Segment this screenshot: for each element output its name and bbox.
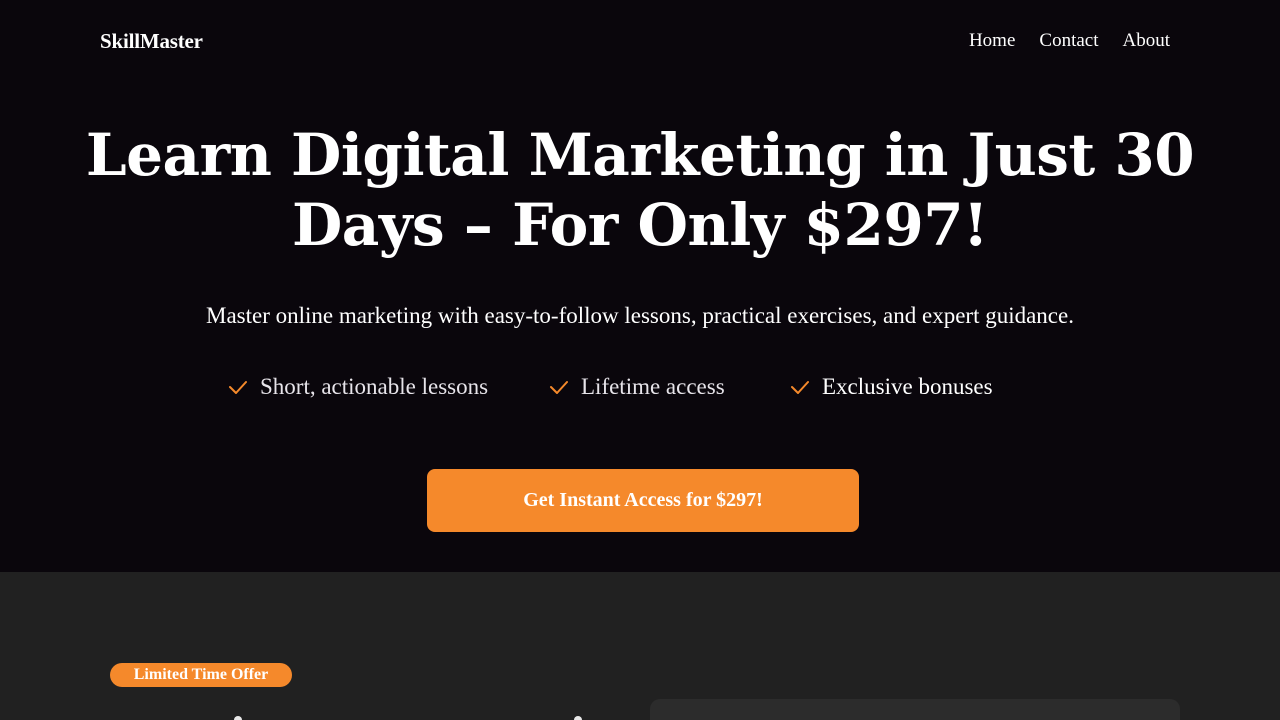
hero-section: SkillMaster Home Contact About Learn Dig… xyxy=(0,0,1280,572)
nav-link-about[interactable]: About xyxy=(1123,30,1171,52)
feature-item: Lifetime access xyxy=(549,374,725,400)
offer-heading-peek xyxy=(228,712,588,720)
hero-headline-line2: Days – For Only $297! xyxy=(291,191,989,259)
nav-link-home[interactable]: Home xyxy=(969,30,1015,52)
feature-list: Short, actionable lessons Lifetime acces… xyxy=(0,374,1280,408)
hero-headline-line1: Learn Digital Marketing in Just 30 xyxy=(85,121,1195,189)
nav-links: Home Contact About xyxy=(969,30,1170,52)
limited-offer-badge: Limited Time Offer xyxy=(110,663,292,687)
feature-label: Lifetime access xyxy=(581,374,725,399)
hero-headline: Learn Digital Marketing in Just 30 Days … xyxy=(0,120,1280,260)
glyph-top xyxy=(234,716,242,720)
top-nav: SkillMaster Home Contact About xyxy=(100,28,1170,54)
offer-card xyxy=(650,699,1180,720)
glyph-top xyxy=(574,716,582,720)
hero-subtitle: Master online marketing with easy-to-fol… xyxy=(206,303,1074,328)
offer-section xyxy=(0,572,1280,720)
cta-button[interactable]: Get Instant Access for $297! xyxy=(427,469,859,532)
brand-logo[interactable]: SkillMaster xyxy=(100,29,203,54)
feature-label: Short, actionable lessons xyxy=(260,374,489,399)
check-icon xyxy=(790,377,810,397)
check-icon xyxy=(228,377,248,397)
nav-link-contact[interactable]: Contact xyxy=(1039,30,1098,52)
feature-item: Short, actionable lessons xyxy=(228,374,488,400)
check-icon xyxy=(549,377,569,397)
feature-label: Exclusive bonuses xyxy=(822,374,993,399)
feature-item: Exclusive bonuses xyxy=(790,374,993,400)
